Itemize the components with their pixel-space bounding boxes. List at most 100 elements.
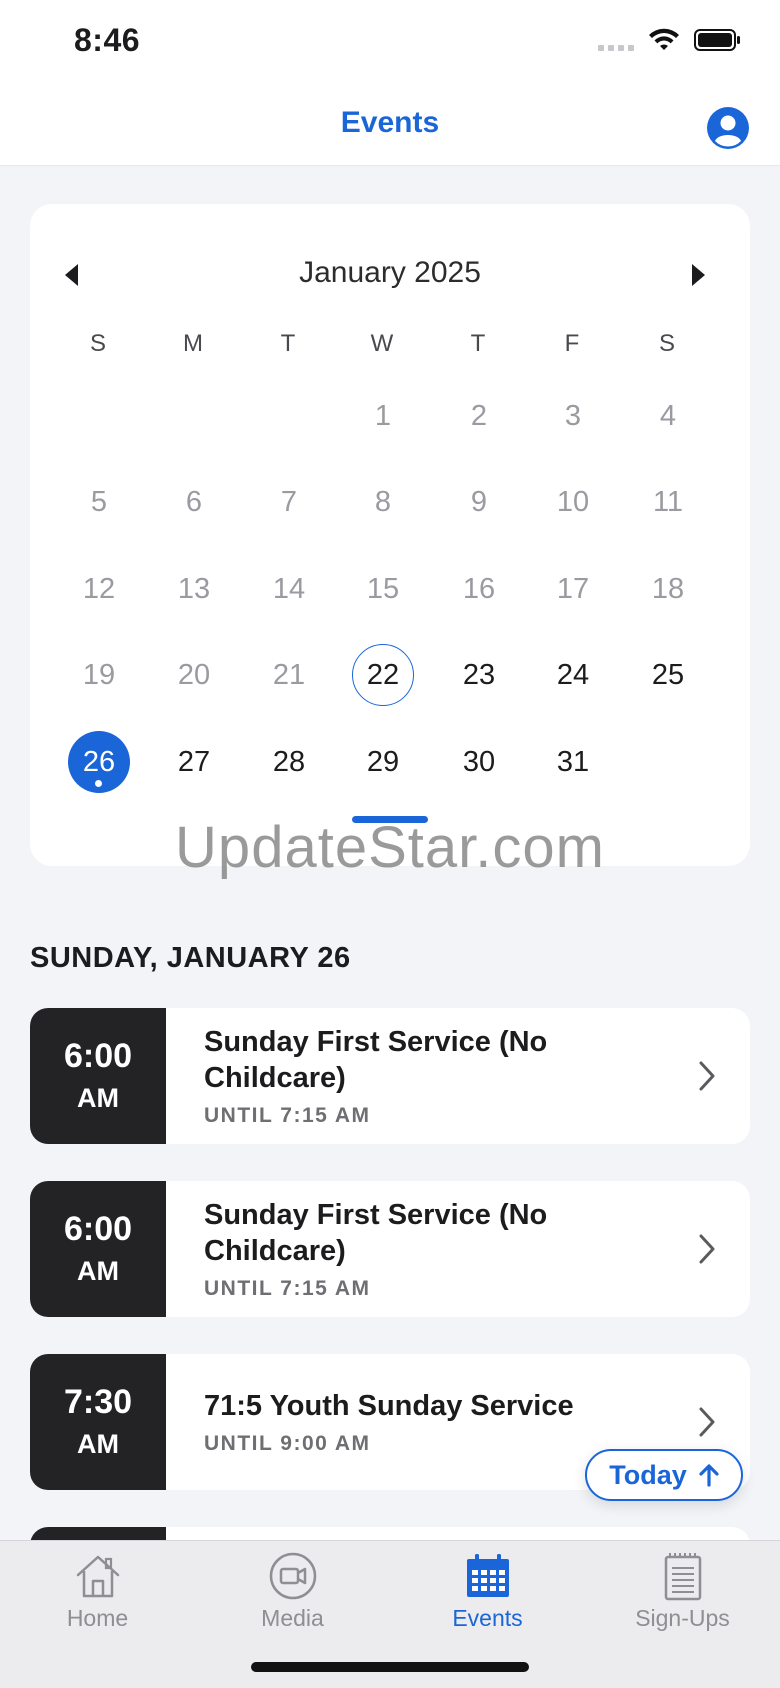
tab-sign-ups-label: Sign-Ups	[635, 1605, 730, 1631]
event-start-time: 6:00	[63, 1210, 133, 1248]
calendar-day[interactable]: 10	[542, 471, 604, 533]
event-title: Sunday First Service (No Childcare)	[204, 1199, 548, 1267]
calendar-day[interactable]: 17	[542, 558, 604, 620]
events-date-header: SUNDAY, JANUARY 26	[30, 942, 351, 974]
calendar-day[interactable]: 27	[163, 731, 225, 793]
home-indicator	[251, 1662, 529, 1672]
calendar-day[interactable]: 20	[163, 644, 225, 706]
weekday-label: S	[89, 330, 106, 357]
battery-icon	[694, 29, 740, 51]
weekday-label: T	[470, 330, 486, 357]
tab-home[interactable]: Home	[0, 1541, 195, 1659]
calendar-day-number: 8	[374, 485, 392, 518]
next-month-icon[interactable]	[686, 260, 710, 290]
event-info: Sunday First Service (No Childcare) UNTI…	[204, 1181, 670, 1317]
calendar-day-number: 9	[470, 485, 488, 518]
calendar-day-number: 5	[90, 485, 108, 518]
calendar-day-number: 18	[651, 572, 685, 605]
chevron-right-icon	[699, 1061, 715, 1091]
calendar-day-number: 17	[556, 572, 590, 605]
status-bar: 8:46	[0, 0, 780, 84]
tab-home-label: Home	[66, 1605, 129, 1631]
calendar-day-number: 1	[374, 399, 392, 432]
calendar-day[interactable]: 23	[448, 644, 510, 706]
event-start-time: 6:00	[63, 1037, 133, 1075]
calendar-month-label: January 2025	[299, 256, 481, 289]
event-end-time: UNTIL 7:15 AM	[204, 1104, 371, 1127]
calendar-day-number: 11	[652, 485, 684, 518]
calendar-day[interactable]: 13	[163, 558, 225, 620]
calendar-day-number: 22	[366, 658, 400, 691]
calendar-day-number: 15	[366, 572, 400, 605]
event-indicator-dot	[95, 780, 102, 787]
calendar-day[interactable]: 19	[68, 644, 130, 706]
tab-sign-ups[interactable]: Sign-Ups	[585, 1541, 780, 1659]
calendar-day[interactable]: 11	[637, 471, 699, 533]
calendar-day-number: 29	[366, 745, 400, 778]
calendar-day[interactable]: 30	[448, 731, 510, 793]
calendar-day[interactable]: 18	[637, 558, 699, 620]
calendar-day[interactable]: 21	[258, 644, 320, 706]
calendar-day[interactable]: 14	[258, 558, 320, 620]
event-time-block: 6:00 AM	[30, 1181, 166, 1317]
calendar-card: January 2025 SMTWTFS 1 2 3 4 5 6 7 8 9 10 11 12 13 14…	[30, 204, 750, 866]
tab-events[interactable]: Events	[390, 1541, 585, 1659]
tab-media-label: Media	[261, 1605, 324, 1631]
event-row[interactable]: 6:00 AM Sunday First Service (No Childca…	[30, 1008, 750, 1144]
calendar-day[interactable]: 25	[637, 644, 699, 706]
calendar-day-number: 6	[185, 485, 203, 518]
calendar-day[interactable]: 2	[448, 385, 510, 447]
calendar-day[interactable]: 7	[258, 471, 320, 533]
weekday-label: T	[280, 330, 296, 357]
event-title: 71:5 Youth Sunday Service	[204, 1390, 574, 1422]
calendar-day[interactable]: 31	[542, 731, 604, 793]
calendar-day[interactable]: 16	[448, 558, 510, 620]
calendar-day[interactable]: 28	[258, 731, 320, 793]
event-start-period: AM	[77, 1429, 119, 1459]
calendar-day[interactable]: 15	[352, 558, 414, 620]
video-camera-icon	[269, 1552, 316, 1600]
calendar-day[interactable]: 12	[68, 558, 130, 620]
calendar-icon	[466, 1554, 509, 1597]
calendar-day-number: 4	[659, 399, 677, 432]
calendar-day[interactable]: 1	[352, 385, 414, 447]
event-start-period: AM	[77, 1256, 119, 1286]
event-start-period: AM	[77, 1083, 119, 1113]
calendar-day-today[interactable]: 22	[352, 644, 414, 706]
calendar-day-number: 16	[462, 572, 496, 605]
calendar-day-number: 21	[272, 658, 306, 691]
calendar-day-number: 14	[272, 572, 306, 605]
status-time: 8:46	[74, 22, 141, 58]
arrow-up-icon	[699, 1464, 719, 1487]
watermark: UpdateStar.com	[175, 815, 605, 880]
today-button[interactable]: Today	[585, 1449, 743, 1501]
profile-icon[interactable]	[706, 106, 750, 150]
calendar-day[interactable]: 9	[448, 471, 510, 533]
calendar-day[interactable]: 5	[68, 471, 130, 533]
calendar-day-number: 3	[564, 399, 582, 432]
calendar-day[interactable]: 8	[352, 471, 414, 533]
calendar-day[interactable]: 4	[637, 385, 699, 447]
calendar-day-number: 31	[556, 745, 590, 778]
calendar-day[interactable]: 6	[163, 471, 225, 533]
calendar-day-number: 10	[556, 485, 590, 518]
clipboard-icon	[664, 1553, 701, 1601]
event-info: Sunday First Service (No Childcare) UNTI…	[204, 1008, 670, 1144]
chevron-right-icon	[699, 1407, 715, 1437]
calendar-day[interactable]: 3	[542, 385, 604, 447]
calendar-day-number: 20	[177, 658, 211, 691]
tab-media[interactable]: Media	[195, 1541, 390, 1659]
calendar-day[interactable]: 24	[542, 644, 604, 706]
calendar-day-number: 30	[462, 745, 496, 778]
calendar-day-number: 26	[82, 745, 116, 778]
calendar-day-number: 2	[470, 399, 488, 432]
home-icon	[76, 1555, 119, 1598]
event-row[interactable]: 6:00 AM Sunday First Service (No Childca…	[30, 1181, 750, 1317]
today-button-label: Today	[609, 1459, 687, 1490]
status-icons	[598, 28, 742, 52]
calendar-day[interactable]: 29	[352, 731, 414, 793]
calendar-day-number: 12	[82, 572, 116, 605]
calendar-day-number: 24	[556, 658, 590, 691]
calendar-day-number: 28	[272, 745, 306, 778]
calendar-day-selected[interactable]: 26	[68, 731, 130, 793]
